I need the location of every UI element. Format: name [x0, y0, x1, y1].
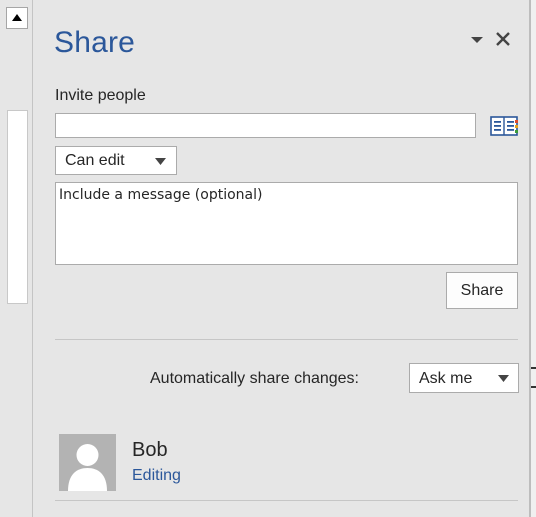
scroll-up-button[interactable]: [6, 7, 28, 29]
permission-dropdown[interactable]: Can edit: [55, 146, 177, 175]
pane-options-button[interactable]: [468, 31, 486, 49]
permission-selected-value: Can edit: [65, 152, 125, 169]
auto-share-selected-value: Ask me: [419, 370, 473, 387]
message-textarea[interactable]: [55, 182, 518, 265]
document-edge: [531, 0, 536, 517]
close-button[interactable]: [493, 29, 513, 49]
person-silhouette-icon: [68, 444, 107, 491]
share-button[interactable]: Share: [446, 272, 518, 309]
avatar: [59, 434, 116, 491]
chevron-down-icon: [471, 37, 483, 43]
person-name: Bob: [132, 439, 168, 461]
document-edge-mark: [531, 367, 536, 369]
auto-share-label: Automatically share changes:: [150, 370, 359, 387]
arrow-up-icon: [12, 14, 22, 21]
share-pane-window: Share Invite people Can edit Include a m…: [0, 0, 536, 517]
scrollbar-thumb[interactable]: [7, 110, 28, 304]
pane-title: Share: [54, 26, 136, 59]
section-divider: [55, 500, 518, 501]
close-icon: [496, 32, 510, 46]
chevron-down-icon: [498, 375, 509, 382]
invite-people-label: Invite people: [55, 87, 146, 104]
section-divider: [55, 339, 518, 340]
pane-divider: [32, 0, 33, 517]
chevron-down-icon: [155, 158, 166, 165]
person-status[interactable]: Editing: [132, 467, 181, 485]
invite-people-input[interactable]: [55, 113, 476, 138]
document-edge-mark: [531, 386, 536, 388]
auto-share-dropdown[interactable]: Ask me: [409, 363, 519, 393]
address-book-icon: [490, 116, 518, 136]
address-book-button[interactable]: [490, 115, 518, 137]
vertical-scrollbar[interactable]: [0, 0, 32, 517]
